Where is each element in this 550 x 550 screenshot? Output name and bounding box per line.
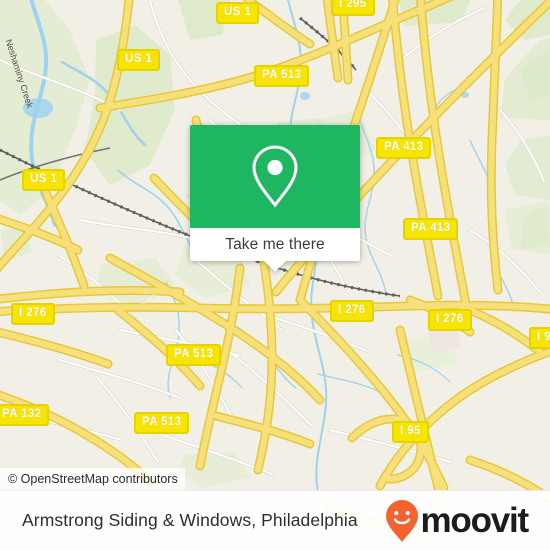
road-shield: I 95 [392, 421, 429, 443]
bottom-info-bar: Armstrong Siding & Windows, Philadelphia… [0, 490, 550, 550]
map-pin-icon [252, 144, 298, 207]
moovit-pin-smiley-icon [386, 499, 419, 542]
moovit-place-map-screenshot: .rdc { stroke:#e4c93c; fill:none; stroke… [0, 0, 550, 550]
road-shield: PA 413 [376, 137, 432, 159]
road-shield: PA 513 [134, 412, 190, 434]
road-shield: US 1 [22, 169, 66, 191]
road-shield: PA 413 [403, 218, 459, 240]
moovit-wordmark: moovit [420, 501, 529, 540]
place-title: Armstrong Siding & Windows, Philadelphia [22, 510, 358, 530]
moovit-brand-logo[interactable]: moovit [385, 499, 529, 543]
road-shield: PA 513 [254, 65, 310, 87]
place-popup-card[interactable]: Take me there [190, 125, 360, 272]
road-shield: I 276 [11, 303, 55, 325]
road-shield: I 95 [529, 327, 550, 349]
road-shield: I 276 [428, 309, 472, 331]
take-me-there-button[interactable]: Take me there [190, 228, 360, 261]
road-shield: PA 513 [166, 344, 222, 366]
popup-pointer-tail [264, 261, 286, 272]
road-shield: I 295 [331, 0, 375, 16]
road-shield: PA 132 [0, 404, 50, 426]
road-shield: US 1 [117, 49, 161, 71]
road-shield: US 1 [216, 2, 260, 24]
popup-image-panel [190, 125, 360, 228]
map-attribution[interactable]: © OpenStreetMap contributors [0, 468, 185, 490]
road-shield: I 276 [330, 300, 374, 322]
